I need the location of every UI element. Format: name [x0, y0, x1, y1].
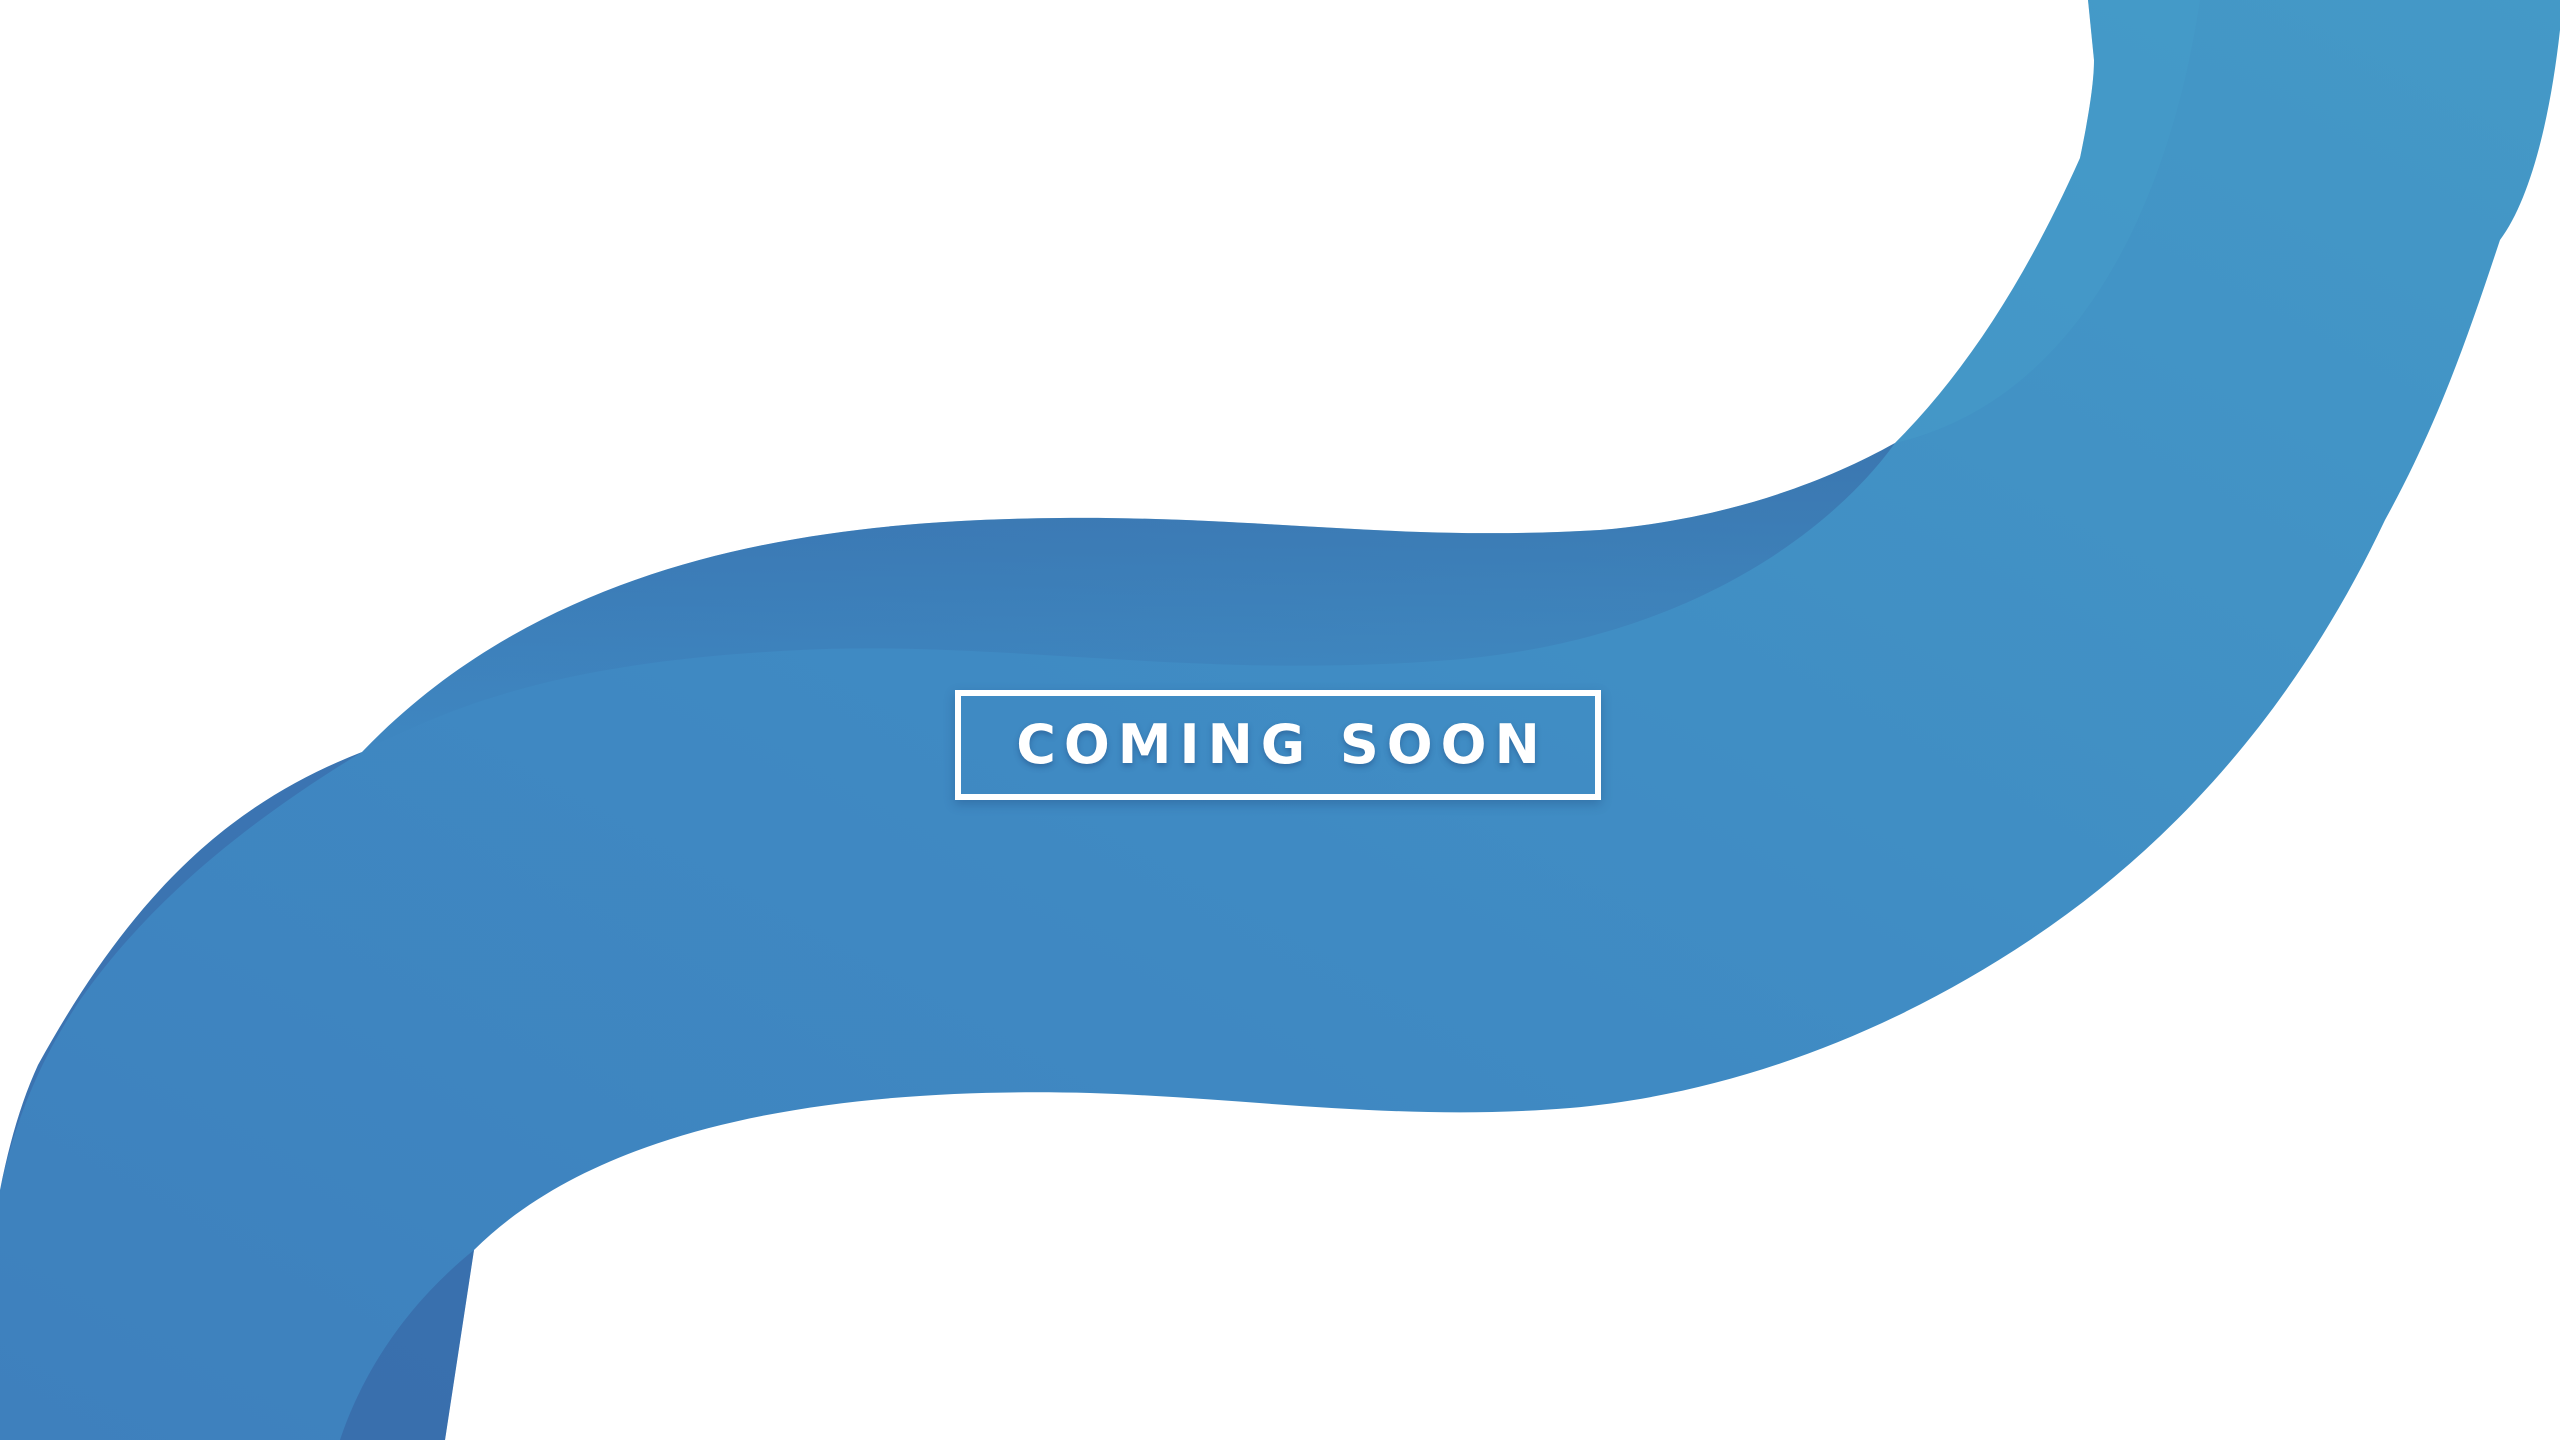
- coming-soon-frame: COMING SOON: [955, 690, 1601, 800]
- coming-soon-page: COMING SOON: [0, 0, 2560, 1440]
- coming-soon-heading: COMING SOON: [1016, 713, 1548, 776]
